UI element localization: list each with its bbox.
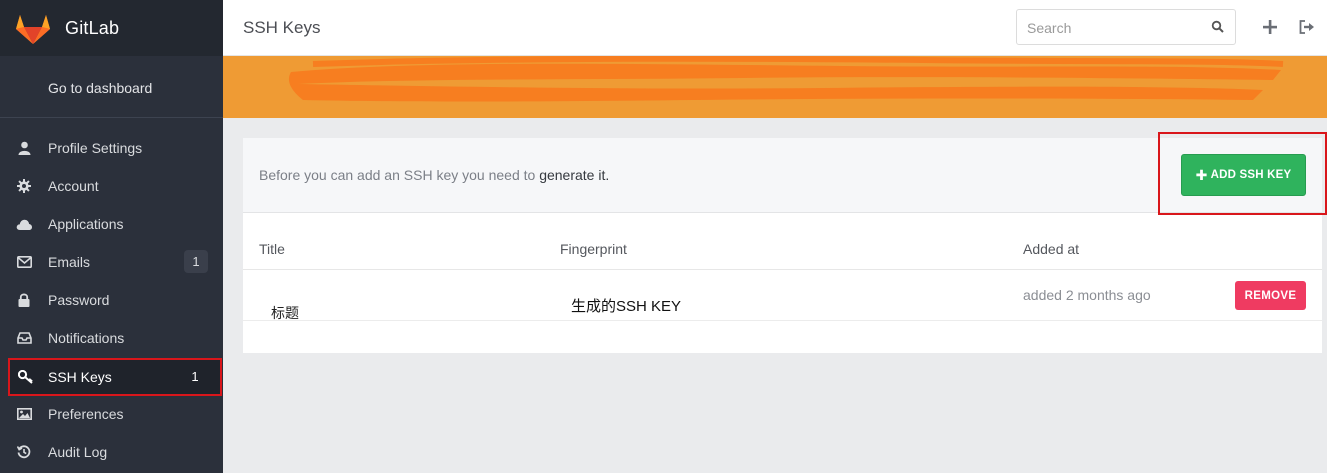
sidebar-item-ssh-keys[interactable]: SSH Keys 1 [8, 358, 222, 396]
table-header: Title Fingerprint Added at [243, 213, 1322, 270]
notice-text: Before you can add an SSH key you need t… [259, 167, 609, 183]
sign-out-icon [1299, 20, 1314, 34]
plus-icon: ✚ [1195, 166, 1208, 183]
sidebar-item-label: Applications [48, 216, 124, 232]
sidebar-item-label: Profile Settings [48, 140, 143, 156]
go-to-dashboard-link[interactable]: Go to dashboard [0, 56, 223, 118]
go-to-dashboard-label: Go to dashboard [48, 80, 153, 96]
sidebar-item-notifications[interactable]: Notifications [0, 319, 223, 357]
search-icon[interactable] [1211, 20, 1225, 34]
sidebar-item-preferences[interactable]: Preferences [0, 395, 223, 433]
notice-text-prefix: Before you can add an SSH key you need t… [259, 167, 540, 183]
sidebar-item-label: SSH Keys [48, 369, 112, 385]
sidebar: GitLab Go to dashboard Profile Settings … [0, 0, 223, 473]
search-input[interactable] [1027, 18, 1197, 38]
sidebar-item-emails[interactable]: Emails 1 [0, 243, 223, 281]
key-fingerprint: 生成的SSH KEY [571, 298, 682, 315]
sidebar-item-profile-settings[interactable]: Profile Settings [0, 129, 223, 167]
key-icon [18, 369, 34, 385]
sidebar-item-password[interactable]: Password [0, 281, 223, 319]
sidebar-item-label: Notifications [48, 330, 125, 346]
history-icon [16, 444, 32, 460]
brand[interactable]: GitLab [0, 0, 223, 56]
remove-button[interactable]: REMOVE [1235, 281, 1306, 310]
redacted-banner [223, 56, 1327, 118]
user-icon [16, 140, 32, 156]
table-row: 标题 生成的SSH KEY added 2 months ago REMOVE [243, 270, 1322, 321]
key-added-at: added 2 months ago [1023, 287, 1151, 303]
sidebar-item-account[interactable]: Account [0, 167, 223, 205]
new-item-button[interactable] [1260, 17, 1280, 37]
search-box[interactable] [1016, 9, 1236, 45]
inbox-icon [16, 330, 32, 346]
sign-out-button[interactable] [1297, 17, 1317, 37]
cloud-icon [16, 216, 32, 232]
column-added-at: Added at [1023, 241, 1080, 257]
sidebar-item-label: Emails [48, 254, 91, 270]
image-icon [16, 406, 32, 422]
top-header: SSH Keys [223, 0, 1327, 56]
sidebar-item-label: Account [48, 178, 99, 194]
ssh-key-count-badge: 1 [191, 369, 199, 384]
ssh-keys-panel: Before you can add an SSH key you need t… [243, 132, 1327, 353]
gear-icon [16, 178, 32, 194]
add-ssh-key-button[interactable]: ✚ ADD SSH KEY [1181, 154, 1306, 196]
page-title: SSH Keys [243, 18, 321, 37]
app-title: GitLab [65, 18, 120, 38]
gitlab-logo-icon [16, 15, 50, 44]
redaction-scribble [288, 56, 1284, 102]
column-title: Title [259, 241, 285, 257]
plus-icon [1263, 20, 1277, 34]
generate-it-link[interactable]: generate it. [539, 167, 609, 183]
key-title[interactable]: 标题 [271, 303, 299, 323]
sidebar-item-applications[interactable]: Applications [0, 205, 223, 243]
sidebar-item-audit-log[interactable]: Audit Log [0, 433, 223, 471]
add-ssh-key-label: ADD SSH KEY [1210, 169, 1292, 181]
envelope-icon [16, 254, 32, 270]
sidebar-item-label: Audit Log [48, 444, 108, 460]
sidebar-item-label: Password [48, 292, 110, 308]
sidebar-item-label: Preferences [48, 406, 124, 422]
lock-icon [16, 292, 32, 308]
email-count-badge: 1 [184, 250, 208, 273]
column-fingerprint: Fingerprint [560, 241, 627, 257]
